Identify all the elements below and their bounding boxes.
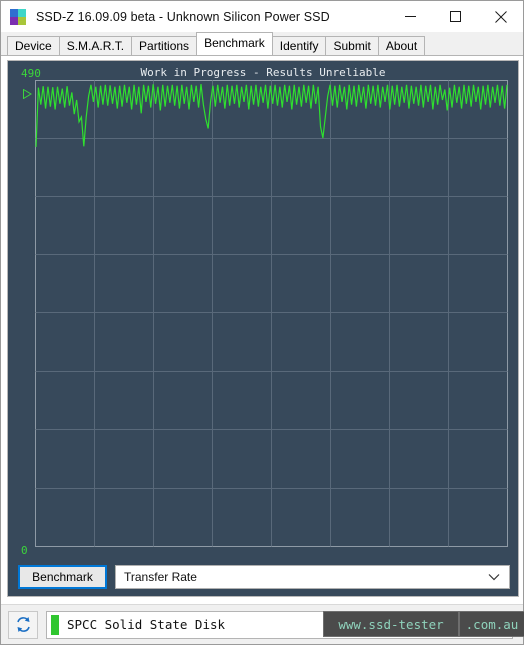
- drive-name-label: SPCC Solid State Disk: [67, 617, 226, 632]
- tab-benchmark[interactable]: Benchmark: [196, 32, 273, 55]
- play-marker-icon: [23, 89, 32, 99]
- maximize-icon: [450, 11, 461, 22]
- refresh-button[interactable]: [8, 610, 38, 639]
- tab-about[interactable]: About: [377, 36, 426, 55]
- graph-canvas: [35, 80, 508, 547]
- benchmark-mode-select[interactable]: Transfer Rate: [115, 565, 510, 589]
- benchmark-controls: Benchmark Transfer Rate: [18, 565, 510, 589]
- tab-smart[interactable]: S.M.A.R.T.: [58, 36, 133, 55]
- transfer-rate-graph: Work in Progress - Results Unreliable 49…: [8, 61, 518, 559]
- grid-vertical: [94, 80, 449, 547]
- tab-content-benchmark: Work in Progress - Results Unreliable 49…: [1, 55, 523, 644]
- maximize-button[interactable]: [433, 1, 478, 32]
- refresh-icon: [16, 617, 30, 632]
- y-axis-max-label: 490: [21, 67, 41, 80]
- tab-submit[interactable]: Submit: [325, 36, 379, 55]
- tab-partitions[interactable]: Partitions: [131, 36, 198, 55]
- run-benchmark-button[interactable]: Benchmark: [18, 565, 107, 589]
- window-controls: [388, 1, 523, 32]
- minimize-icon: [405, 16, 416, 17]
- benchmark-panel: Work in Progress - Results Unreliable 49…: [7, 60, 519, 597]
- tab-device[interactable]: Device: [7, 36, 60, 55]
- benchmark-mode-value: Transfer Rate: [124, 570, 197, 584]
- app-grid-icon: [10, 8, 26, 25]
- app-window: SSD-Z 16.09.09 beta - Unknown Silicon Po…: [0, 0, 524, 645]
- close-button[interactable]: [478, 1, 523, 32]
- close-icon: [494, 10, 507, 23]
- status-bar: SPCC Solid State Disk: [1, 604, 523, 644]
- drive-health-indicator: [51, 614, 59, 635]
- title-bar: SSD-Z 16.09.09 beta - Unknown Silicon Po…: [1, 1, 523, 32]
- y-axis-min-label: 0: [21, 544, 28, 557]
- minimize-button[interactable]: [388, 1, 433, 32]
- chevron-down-icon: [488, 574, 500, 581]
- graph-title: Work in Progress - Results Unreliable: [140, 66, 386, 79]
- tab-bar: Device S.M.A.R.T. Partitions Benchmark I…: [1, 32, 523, 55]
- tab-identify[interactable]: Identify: [271, 36, 327, 55]
- window-title: SSD-Z 16.09.09 beta - Unknown Silicon Po…: [36, 9, 330, 24]
- selected-drive-field[interactable]: SPCC Solid State Disk: [46, 610, 513, 639]
